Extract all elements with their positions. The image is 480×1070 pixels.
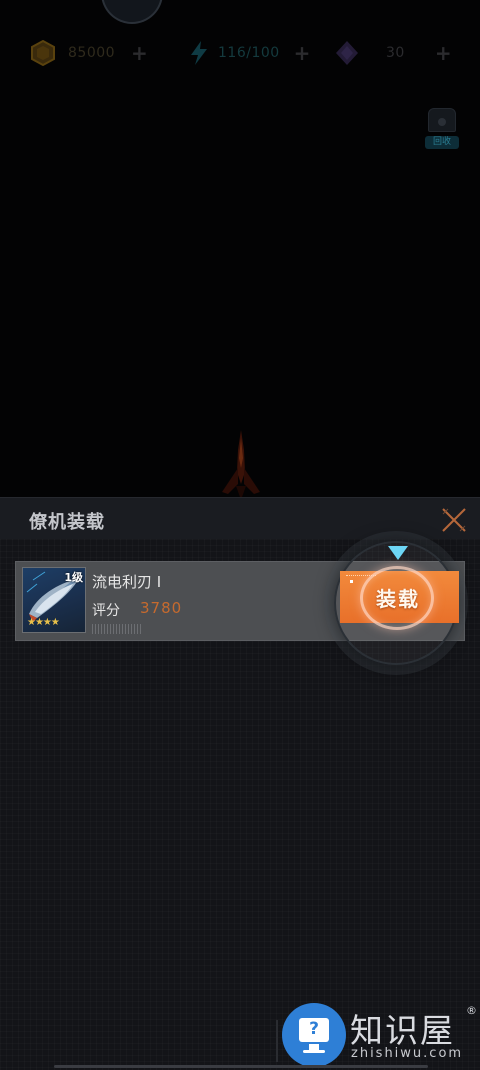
item-name: 流电利刃 I [92, 573, 162, 591]
energy-resource: 116/100 + [186, 38, 310, 68]
gold-resource: 85000 + [30, 38, 148, 68]
score-label: 评分 [92, 603, 120, 619]
watermark-domain: zhishiwu.com [351, 1046, 464, 1061]
gold-coin-icon [30, 40, 56, 66]
recycle-button[interactable]: 回收 [424, 106, 460, 150]
question-mark-icon: ? [309, 1019, 319, 1039]
item-level-badge: 1级 [64, 571, 83, 584]
close-x-icon[interactable] [440, 506, 468, 534]
watermark-title: 知识屋 [350, 1011, 455, 1050]
registered-mark: ® [466, 1004, 477, 1017]
add-gold-button[interactable]: + [131, 41, 148, 65]
chest-lock [438, 118, 446, 126]
home-indicator[interactable] [54, 1065, 428, 1068]
player-avatar[interactable] [101, 0, 163, 24]
lightning-icon [186, 40, 212, 66]
score-value: 3780 [140, 599, 183, 617]
panel-header: 僚机装载 [0, 497, 480, 539]
fighter-jet-icon [222, 430, 260, 500]
panel-title: 僚机装载 [29, 512, 105, 533]
divider [276, 1020, 278, 1062]
wingman-thumbnail: 1级 ★★★★ [22, 567, 86, 633]
pointer-arrow-icon [388, 546, 408, 560]
watermark-logo: ? [282, 1003, 346, 1067]
monitor-base [303, 1050, 325, 1053]
recycle-label: 回收 [425, 136, 459, 149]
barcode-decoration [92, 624, 142, 634]
gem-resource: 30 + [334, 38, 452, 68]
energy-amount: 116/100 [218, 45, 280, 61]
star-rating: ★★★★ [27, 617, 60, 628]
purple-crystal-icon [334, 40, 360, 66]
add-gem-button[interactable]: + [435, 41, 452, 65]
equip-button-label: 装载 [376, 587, 420, 611]
gold-amount: 85000 [68, 45, 116, 61]
game-scene: 85000 + 116/100 + 30 + 回收 [0, 0, 480, 500]
gem-amount: 30 [386, 45, 405, 61]
add-energy-button[interactable]: + [294, 41, 311, 65]
